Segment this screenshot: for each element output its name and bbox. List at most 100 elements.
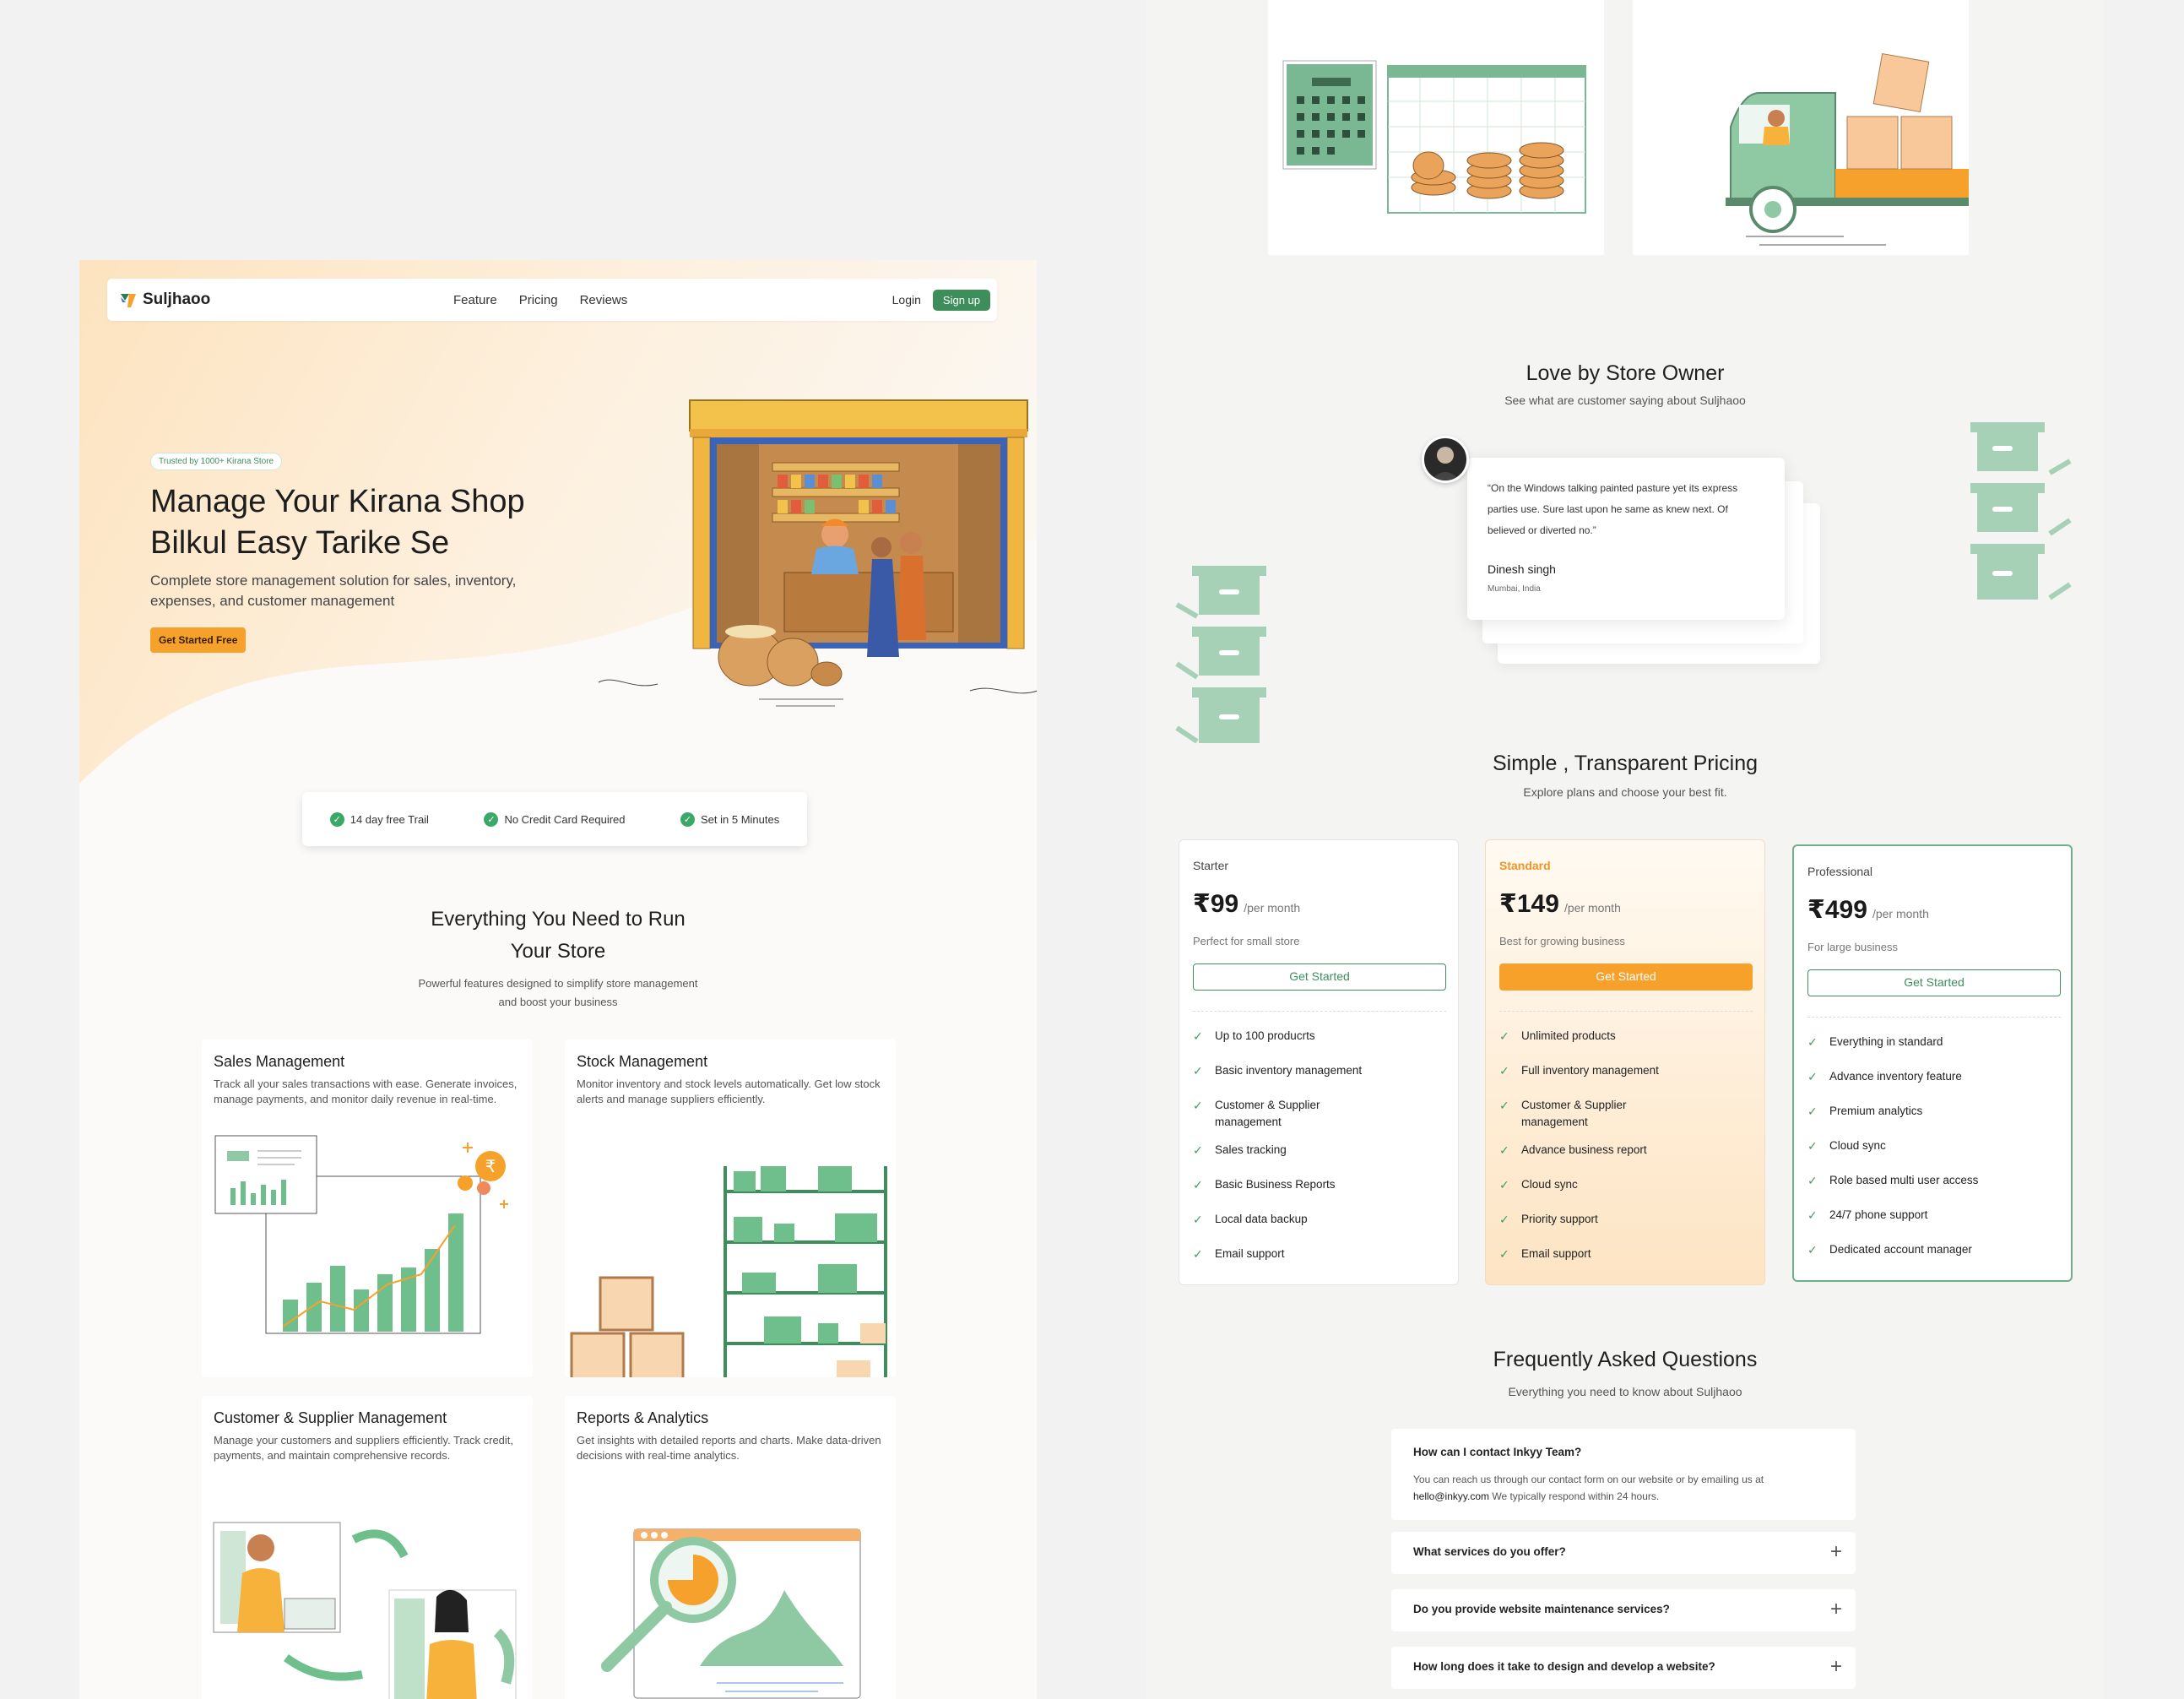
plus-icon[interactable]: + (1830, 1598, 1842, 1621)
plan-period: /per month (1872, 907, 1929, 920)
plan-feature-label: Email support (1521, 1247, 1591, 1260)
signup-button[interactable]: Sign up (932, 289, 990, 311)
plan-feature-label: Basic Business Reports (1215, 1178, 1336, 1191)
faq-item[interactable]: What services do you offer? + (1391, 1532, 1856, 1574)
feature-image-delivery (1633, 0, 1969, 255)
plan-feature-label: Everything in standard (1829, 1035, 1943, 1048)
plan-feature: ✓ Email support (1499, 1246, 1753, 1262)
feature-card-title: Sales Management (214, 1053, 345, 1070)
kirana-shop-illustration (598, 399, 1037, 707)
landing-page-pricing-section: Love by Store Owner See what are custome… (1146, 0, 2104, 1699)
plan-description: Best for growing business (1499, 935, 1625, 947)
feature-card-reports-analytics[interactable]: Reports & Analytics Get insights with de… (565, 1396, 896, 1699)
plan-feature-label: Priority support (1521, 1213, 1598, 1225)
professional-get-started-button[interactable]: Get Started (1807, 969, 2061, 996)
faq-answer: You can reach us through our contact for… (1413, 1471, 1835, 1505)
testimonials-subtitle: See what are customer saying about Suljh… (1504, 394, 1746, 407)
feature-card-title: Customer & Supplier Management (214, 1409, 447, 1426)
check-icon: ✓ (1499, 1143, 1509, 1157)
plan-feature: ✓ Premium analytics (1807, 1103, 2061, 1120)
plan-feature: ✓ Sales tracking (1193, 1142, 1446, 1159)
faq-item-open[interactable]: How can I contact Inkyy Team? You can re… (1391, 1429, 1856, 1520)
nav-link-pricing[interactable]: Pricing (519, 293, 558, 307)
plan-price: ₹149/per month (1499, 889, 1621, 919)
feature-card-customer-supplier[interactable]: Customer & Supplier Management Manage yo… (202, 1396, 533, 1699)
plan-feature: ✓ Everything in standard (1807, 1034, 2061, 1050)
plan-feature: ✓ Basic Business Reports (1193, 1176, 1446, 1193)
feature-card-description: Manage your customers and suppliers effi… (214, 1434, 514, 1462)
faq-question: How long does it take to design and deve… (1413, 1660, 1715, 1673)
suljhaoo-logo-icon (121, 294, 136, 307)
plan-period: /per month (1244, 901, 1301, 915)
plan-period: /per month (1563, 901, 1621, 915)
plus-icon[interactable]: + (1830, 1655, 1842, 1679)
plan-description: For large business (1807, 941, 1898, 953)
faq-item[interactable]: How long does it take to design and deve… (1391, 1647, 1856, 1689)
plan-feature: ✓ Dedicated account manager (1807, 1241, 2061, 1258)
check-icon: ✓ (1499, 1099, 1509, 1112)
perk-label: 14 day free Trail (350, 812, 429, 826)
faq-title: Frequently Asked Questions (1493, 1348, 1758, 1371)
testimonial-location: Mumbai, India (1488, 584, 1541, 594)
faq-email-link[interactable]: hello@inkyy.com (1413, 1490, 1489, 1502)
plan-feature-label: Advance inventory feature (1829, 1070, 1962, 1083)
feature-card-description: Monitor inventory and stock levels autom… (577, 1077, 881, 1105)
login-link[interactable]: Login (892, 293, 921, 307)
nav-link-reviews[interactable]: Reviews (580, 293, 628, 307)
plan-feature-label: Sales tracking (1215, 1143, 1287, 1156)
features-title: Everything You Need to Run Your Store (79, 904, 1037, 968)
perks-bar: ✓ 14 day free Trail ✓ No Credit Card Req… (302, 792, 807, 846)
nav-links: Feature Pricing Reviews (453, 293, 627, 307)
starter-get-started-button[interactable]: Get Started (1193, 963, 1446, 991)
plan-feature: ✓ Priority support (1499, 1211, 1753, 1228)
person-avatar-icon (1431, 447, 1460, 480)
plan-feature-label: 24/7 phone support (1829, 1208, 1928, 1221)
check-icon: ✓ (1499, 1029, 1509, 1043)
features-subtitle-line-1: Powerful features designed to simplify s… (418, 977, 698, 990)
hero-subtitle: Complete store management solution for s… (150, 573, 517, 609)
plan-feature: ✓ Role based multi user access (1807, 1172, 2061, 1189)
hero-title-line-2: Bilkul Easy Tarike Se (150, 525, 450, 561)
plus-icon[interactable]: + (1830, 1540, 1842, 1564)
feature-card-stock[interactable]: Stock Management Monitor inventory and s… (565, 1039, 896, 1377)
stacked-boxes-left-illustration (1175, 566, 1266, 744)
plan-feature-label: Premium analytics (1829, 1105, 1923, 1117)
hero-title: Manage Your Kirana Shop Bilkul Easy Tari… (150, 481, 589, 564)
delivery-truck-illustration (1726, 53, 1969, 246)
pricing-card-starter: Starter ₹99/per month Perfect for small … (1179, 839, 1459, 1285)
check-icon: ✓ (1193, 1247, 1203, 1261)
standard-get-started-button[interactable]: Get Started (1499, 963, 1753, 991)
get-started-free-button[interactable]: Get Started Free (150, 627, 247, 653)
faq-item[interactable]: Do you provide website maintenance servi… (1391, 1589, 1856, 1631)
check-icon: ✓ (1807, 1070, 1818, 1083)
nav-link-feature[interactable]: Feature (453, 293, 497, 307)
brand-logo[interactable]: Suljhaoo (119, 290, 210, 309)
feature-card-sales[interactable]: Sales Management Track all your sales tr… (202, 1039, 533, 1377)
check-icon: ✓ (1499, 1064, 1509, 1077)
check-icon: ✓ (1193, 1064, 1203, 1077)
features-title-line-1: Everything You Need to Run (431, 908, 686, 931)
testimonial-card: “On the Windows talking painted pasture … (1467, 458, 1785, 620)
check-icon: ✓ (1499, 1178, 1509, 1191)
plan-feature-label: Local data backup (1215, 1213, 1308, 1225)
plan-feature-label: Cloud sync (1829, 1139, 1886, 1152)
trusted-badge: Trusted by 1000+ Kirana Store (150, 453, 283, 470)
sales-chart-illustration: ₹ (214, 1135, 508, 1334)
calendar-coins-illustration (1282, 60, 1586, 214)
plan-feature-label: Up to 100 producrts (1215, 1029, 1315, 1042)
plan-feature: ✓ Full inventory management (1499, 1062, 1753, 1079)
features-title-line-2: Your Store (510, 940, 606, 963)
check-icon: ✓ (1193, 1099, 1203, 1112)
plan-feature-list: ✓ Unlimited products ✓ Full inventory mana… (1499, 1028, 1753, 1280)
plan-feature-label: Basic inventory management (1215, 1064, 1363, 1077)
plan-feature: ✓ Cloud sync (1499, 1176, 1753, 1193)
check-icon: ✓ (1193, 1213, 1203, 1226)
plan-feature-label: Email support (1215, 1247, 1285, 1260)
plan-feature-label: Cloud sync (1521, 1178, 1578, 1191)
check-icon: ✓ (1807, 1243, 1818, 1257)
plan-feature: ✓ Advance business report (1499, 1142, 1753, 1159)
perk-setup-time: ✓ Set in 5 Minutes (680, 812, 779, 827)
stacked-boxes-right-illustration (1970, 422, 2072, 600)
feature-card-description: Track all your sales transactions with e… (214, 1077, 518, 1105)
check-icon: ✓ (1807, 1035, 1818, 1049)
